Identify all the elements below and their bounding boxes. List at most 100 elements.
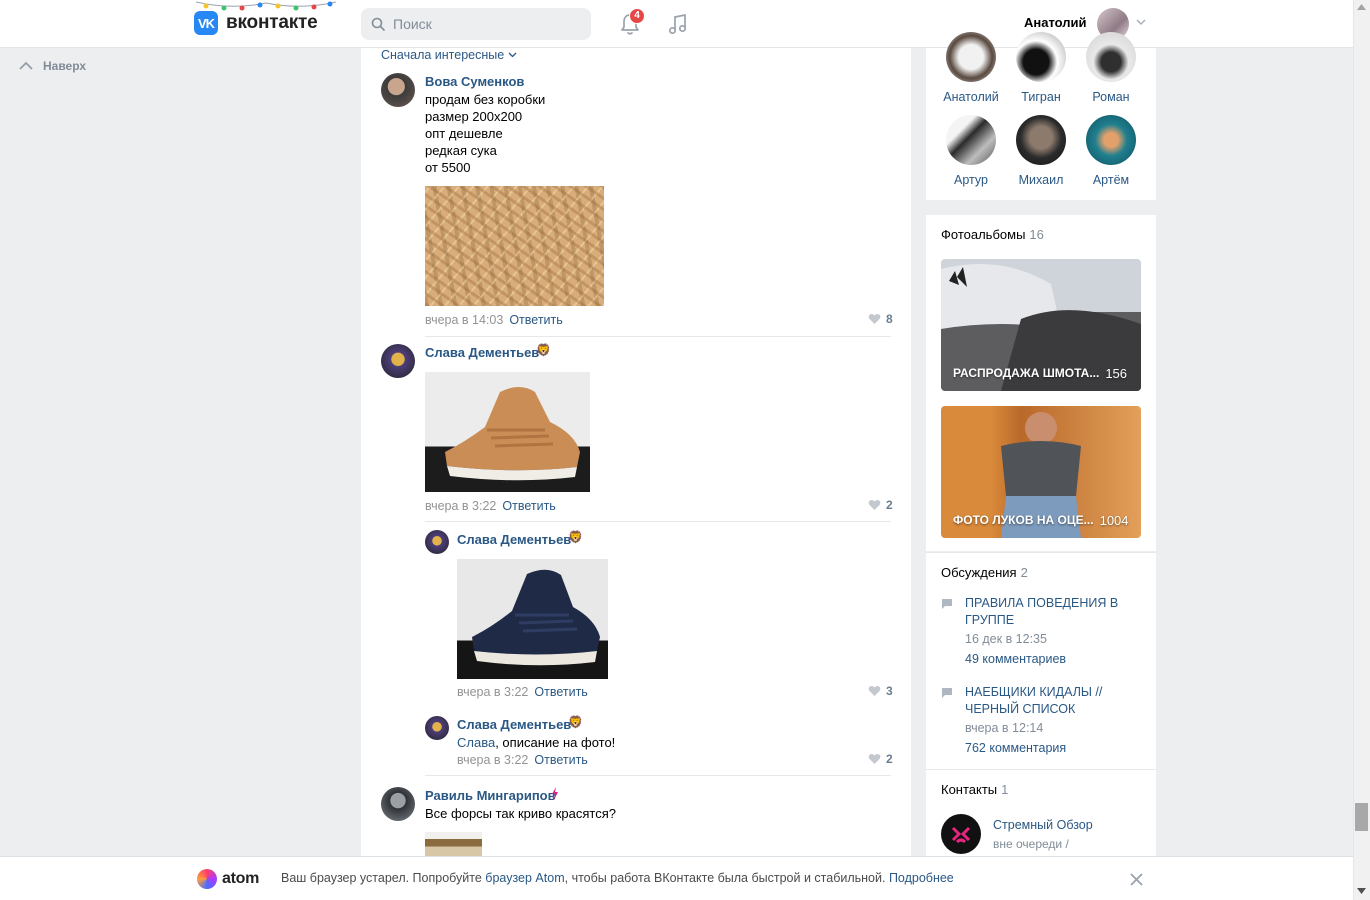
search-icon	[371, 17, 385, 31]
search-box[interactable]	[361, 8, 591, 40]
avatar[interactable]	[381, 344, 415, 378]
comments-panel: Сначала интересные Вова Суменков продам …	[361, 48, 911, 856]
friends-card: Анатолий Тигран Роман Артур Михаил Артём	[926, 32, 1156, 200]
contact-name[interactable]: Стремный Обзор	[993, 818, 1093, 832]
album-item[interactable]: РАСПРОДАЖА ШМОТА... 156	[941, 259, 1141, 391]
atom-logo[interactable]: atom	[197, 869, 259, 889]
like-button[interactable]: 3	[868, 684, 893, 698]
lightning-badge-icon	[552, 787, 558, 800]
friend-avatar	[946, 32, 996, 82]
comment-text-line: опт дешевле	[425, 126, 503, 141]
contacts-header[interactable]: Контакты 1	[941, 782, 1008, 797]
discussion-comments-link[interactable]: 49 комментариев	[965, 652, 1066, 666]
avatar[interactable]	[381, 787, 415, 821]
donor-badge-icon: 🦁	[568, 715, 583, 729]
comment-item: Вова Суменков продам без коробки размер …	[361, 48, 911, 338]
reply-link[interactable]: Ответить	[534, 753, 587, 767]
comment-time[interactable]: вчера в 3:22	[425, 499, 496, 513]
friend-name: Артур	[954, 173, 988, 187]
friend-item[interactable]: Анатолий	[936, 32, 1006, 104]
friend-avatar	[1086, 32, 1136, 82]
reply-item: Слава Дементьев 🦁 вчера в 3:22 Ответить 3	[361, 522, 911, 707]
reply-item: Слава Дементьев 🦁 Слава, описание на фот…	[361, 708, 911, 774]
sneaker-image	[445, 387, 580, 481]
vk-logo[interactable]: VK вконтакте	[194, 11, 318, 35]
more-link[interactable]: Подробнее	[889, 871, 954, 885]
mention-link[interactable]: Слава	[457, 735, 495, 750]
heart-icon	[868, 499, 881, 510]
discussion-title[interactable]: ПРАВИЛА ПОВЕДЕНИЯ В ГРУППЕ	[965, 595, 1145, 629]
comment-author[interactable]: Слава Дементьев	[457, 532, 571, 547]
albums-card: Фотоальбомы 16 РАСПРОДАЖА ШМОТА... 156 ФО…	[926, 215, 1156, 551]
discussions-count: 2	[1020, 565, 1028, 580]
friend-item[interactable]: Артур	[936, 115, 1006, 187]
vk-logo-mark: VK	[194, 11, 218, 35]
close-icon[interactable]	[1130, 873, 1143, 886]
avatar[interactable]	[381, 73, 415, 107]
comment-time[interactable]: вчера в 3:22	[457, 753, 528, 767]
album-item[interactable]: ФОТО ЛУКОВ НА ОЦЕ... 1004	[941, 406, 1141, 538]
music-icon[interactable]	[667, 12, 689, 36]
discussion-comments-link[interactable]: 762 комментария	[965, 741, 1066, 755]
scroll-up-arrow-icon[interactable]	[1357, 4, 1366, 10]
comment-author[interactable]: Равиль Мингарипов	[425, 788, 556, 803]
friend-name: Артём	[1092, 173, 1130, 187]
album-caption: РАСПРОДАЖА ШМОТА... 156	[953, 366, 1127, 381]
discussion-title[interactable]: НАЕБЩИКИ КИДАЛЫ // ЧЕРНЫЙ СПИСОК	[965, 684, 1145, 718]
avatar[interactable]	[425, 716, 449, 740]
scrollbar-thumb[interactable]	[1355, 803, 1368, 831]
reply-link[interactable]: Ответить	[502, 499, 555, 513]
discussion-bubble-icon	[942, 599, 952, 609]
album-title: ФОТО ЛУКОВ НА ОЦЕ...	[953, 513, 1094, 527]
discussions-header[interactable]: Обсуждения 2	[941, 565, 1028, 580]
friend-name: Анатолий	[943, 90, 999, 104]
reply-link[interactable]: Ответить	[509, 313, 562, 327]
comment-photo-osb-board[interactable]	[425, 186, 604, 306]
comment-photo-tan-sneaker[interactable]	[425, 372, 590, 492]
comment-text-line: от 5500	[425, 160, 471, 175]
like-button[interactable]: 2	[868, 498, 893, 512]
friend-item[interactable]: Артём	[1076, 115, 1146, 187]
top-header: VK вконтакте 4 Анатолий	[0, 0, 1353, 48]
comment-author[interactable]: Слава Дементьев	[457, 717, 571, 732]
comment-photo-navy-sneaker[interactable]	[457, 559, 608, 679]
reply-link[interactable]: Ответить	[534, 685, 587, 699]
comment-meta: вчера в 3:22 Ответить	[457, 753, 588, 767]
page-scrollbar[interactable]	[1353, 0, 1370, 900]
like-count: 3	[886, 684, 893, 698]
user-name[interactable]: Анатолий	[1024, 15, 1087, 30]
atom-logo-icon	[197, 869, 217, 889]
comment-meta: вчера в 14:03 Ответить	[425, 313, 563, 327]
scroll-down-arrow-icon[interactable]	[1357, 888, 1366, 894]
friend-avatar	[1016, 115, 1066, 165]
friend-item[interactable]: Роман	[1076, 32, 1146, 104]
contacts-card: Контакты 1 Стремный Обзор вне очереди /	[926, 770, 1156, 856]
chevron-down-icon[interactable]	[1135, 16, 1147, 28]
atom-browser-link[interactable]: браузер Atom	[485, 871, 564, 885]
albums-header[interactable]: Фотоальбомы 16	[941, 227, 1044, 242]
scroll-to-top-button[interactable]: Наверх	[18, 59, 86, 73]
heart-icon	[868, 313, 881, 324]
contacts-title: Контакты	[941, 782, 998, 797]
comment-author[interactable]: Слава Дементьев	[425, 345, 539, 360]
discussion-date: вчера в 12:14	[965, 721, 1044, 735]
comment-author[interactable]: Вова Суменков	[425, 74, 524, 89]
avatar[interactable]	[425, 530, 449, 554]
comment-time[interactable]: вчера в 14:03	[425, 313, 503, 327]
friend-item[interactable]: Тигран	[1006, 32, 1076, 104]
friend-name: Тигран	[1021, 90, 1061, 104]
chevron-up-icon	[19, 61, 33, 70]
comment-time[interactable]: вчера в 3:22	[457, 685, 528, 699]
comment-text-line: редкая сука	[425, 143, 497, 158]
friend-item[interactable]: Михаил	[1006, 115, 1076, 187]
comment-text-body: , описание на фото!	[495, 735, 616, 750]
comment-meta: вчера в 3:22 Ответить	[425, 499, 556, 513]
up-label: Наверх	[43, 59, 87, 73]
contact-avatar[interactable]	[941, 814, 981, 854]
like-button[interactable]: 8	[868, 312, 893, 326]
discussion-item[interactable]: ПРАВИЛА ПОВЕДЕНИЯ В ГРУППЕ 16 дек в 12:3…	[941, 595, 1146, 670]
discussion-item[interactable]: НАЕБЩИКИ КИДАЛЫ // ЧЕРНЫЙ СПИСОК вчера в…	[941, 684, 1146, 759]
search-input[interactable]	[393, 16, 573, 32]
comment-photo[interactable]	[425, 832, 482, 856]
like-button[interactable]: 2	[868, 752, 893, 766]
